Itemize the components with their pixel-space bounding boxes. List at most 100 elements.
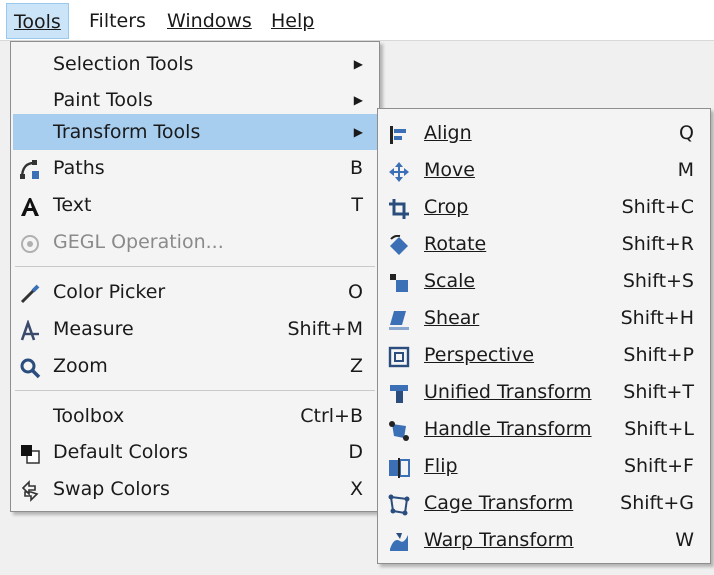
transform-tools-submenu: Align Q Move M Crop Shift+C Rotate Shift… [377,108,711,564]
unified-transform-icon [388,381,410,403]
menu-item-unified-transform[interactable]: Unified Transform Shift+T [380,374,708,410]
menu-item-shortcut: W [675,529,694,551]
text-icon [19,194,41,216]
perspective-icon [388,344,410,368]
menu-item-flip[interactable]: Flip Shift+F [380,448,708,484]
crop-icon [388,196,410,219]
menu-item-shortcut: Z [349,355,363,377]
menu-item-label: Scale [424,270,476,292]
menu-help-label: Help [271,10,315,32]
menu-item-shortcut: D [348,441,363,463]
menu-item-default-colors[interactable]: Default Colors D [13,434,377,470]
menu-item-shortcut: Shift+C [621,196,694,218]
menu-item-align[interactable]: Align Q [380,115,708,151]
move-icon [388,159,410,182]
menu-item-rotate[interactable]: Rotate Shift+R [380,226,708,262]
submenu-arrow-icon: ▶ [353,93,363,107]
menu-separator [15,266,375,267]
menu-item-toolbox[interactable]: Toolbox Ctrl+B [13,398,377,434]
menu-item-label: Shear [424,307,480,329]
swap-colors-icon [19,478,41,502]
scale-icon [388,270,410,292]
menu-item-shortcut: Shift+F [623,455,694,477]
menu-item-paths[interactable]: Paths B [13,150,377,186]
menu-item-label: Transform Tools [53,121,201,143]
menu-item-label: Rotate [424,233,487,255]
menu-item-label: Handle Transform [424,418,592,440]
menu-item-label: Paint Tools [53,89,153,111]
menu-item-shortcut: Shift+T [623,381,694,403]
menu-item-crop[interactable]: Crop Shift+C [380,189,708,225]
paths-icon [19,157,41,179]
color-picker-icon [19,281,41,304]
default-colors-icon [19,441,41,464]
menu-item-shortcut: Shift+R [621,233,694,255]
menu-item-shortcut: M [677,159,694,181]
menu-item-label: Warp Transform [424,529,574,551]
warp-transform-icon [388,529,410,551]
gegl-icon [19,231,41,253]
menu-item-text[interactable]: Text T [13,187,377,223]
menu-item-gegl-operation[interactable]: GEGL Operation... [13,224,377,260]
handle-transform-icon [388,418,410,441]
menu-item-shortcut: T [351,194,363,216]
menu-item-scale[interactable]: Scale Shift+S [380,263,708,299]
menu-item-label: Color Picker [53,281,166,303]
menu-item-paint-tools[interactable]: Paint Tools ▶ [13,82,377,118]
menu-item-label: Unified Transform [424,381,592,403]
menu-bar: Tools Filters Windows Help [0,0,714,41]
menu-item-perspective[interactable]: Perspective Shift+P [380,337,708,373]
menu-item-label: Zoom [53,355,108,377]
menu-item-shortcut: Shift+P [623,344,694,366]
measure-icon [19,318,41,341]
menu-item-label: Measure [53,318,134,340]
menu-item-zoom[interactable]: Zoom Z [13,348,377,384]
menu-tools[interactable]: Tools [6,3,69,39]
menu-item-label: Crop [424,196,469,218]
menu-item-label: Align [424,122,472,144]
menu-item-label: Selection Tools [53,53,194,75]
menu-item-shortcut: Shift+L [624,418,694,440]
menu-tools-label: Tools [14,11,61,33]
cage-transform-icon [388,492,410,516]
menu-item-label: Move [424,159,475,181]
menu-item-transform-tools[interactable]: Transform Tools ▶ [13,114,377,150]
menu-item-label: Cage Transform [424,492,574,514]
menu-item-swap-colors[interactable]: Swap Colors X [13,471,377,507]
menu-item-shortcut: Shift+S [622,270,694,292]
menu-item-shear[interactable]: Shear Shift+H [380,300,708,336]
menu-item-label: Toolbox [53,405,125,427]
menu-item-color-picker[interactable]: Color Picker O [13,274,377,310]
menu-item-shortcut: Shift+G [620,492,694,514]
menu-item-shortcut: Ctrl+B [300,405,363,427]
menu-item-shortcut: O [348,281,363,303]
menu-item-label: Default Colors [53,441,188,463]
zoom-icon [19,355,41,379]
menu-item-shortcut: Shift+H [620,307,694,329]
rotate-icon [388,233,410,255]
menu-item-label: Flip [424,455,458,477]
menu-item-shortcut: Shift+M [287,318,364,340]
menu-filters-label: Filters [89,10,146,32]
tools-menu: Selection Tools ▶ Paint Tools ▶ Transfor… [10,41,380,512]
menu-separator [15,390,375,391]
menu-windows-label: Windows [167,10,252,32]
menu-item-label: Perspective [424,344,535,366]
menu-item-shortcut: X [349,478,363,500]
menu-item-label: Paths [53,157,105,179]
menu-windows[interactable]: Windows [160,3,259,39]
menu-item-cage-transform[interactable]: Cage Transform Shift+G [380,485,708,521]
menu-item-measure[interactable]: Measure Shift+M [13,311,377,347]
submenu-arrow-icon: ▶ [353,57,363,71]
menu-item-handle-transform[interactable]: Handle Transform Shift+L [380,411,708,447]
menu-item-shortcut: B [349,157,363,179]
menu-item-move[interactable]: Move M [380,152,708,188]
menu-help[interactable]: Help [264,3,321,39]
menu-item-selection-tools[interactable]: Selection Tools ▶ [13,46,377,82]
menu-filters[interactable]: Filters [82,3,153,39]
submenu-arrow-icon: ▶ [353,125,363,139]
menu-item-label: Swap Colors [53,478,170,500]
menu-item-shortcut: Q [679,122,694,144]
flip-icon [388,455,410,478]
menu-item-warp-transform[interactable]: Warp Transform W [380,522,708,558]
